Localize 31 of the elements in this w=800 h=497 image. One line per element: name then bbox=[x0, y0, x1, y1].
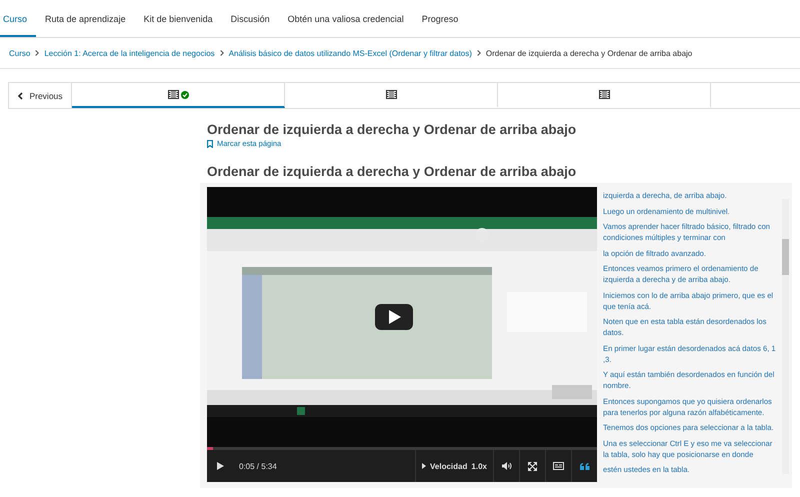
breadcrumb-link[interactable]: Lección 1: Acerca de la inteligencia de negocios bbox=[44, 48, 215, 58]
scrollbar-thumb[interactable] bbox=[782, 239, 789, 275]
chevron-left-icon bbox=[17, 92, 24, 100]
course-tab[interactable]: Obtén una valiosa credencial bbox=[278, 2, 413, 37]
course-tab[interactable]: Ruta de aprendizaje bbox=[36, 2, 135, 37]
video-time: 0:05 / 5:34 bbox=[238, 462, 278, 470]
fullscreen-icon bbox=[528, 462, 537, 470]
scrollbar[interactable] bbox=[782, 199, 789, 474]
quote-icon bbox=[580, 462, 590, 470]
speed-button[interactable]: Velocidad 1.0x bbox=[415, 450, 493, 482]
play-icon bbox=[216, 462, 224, 470]
unit-title: Ordenar de izquierda a derecha y Ordenar de arriba abajo bbox=[207, 122, 578, 137]
video-title: Ordenar de izquierda a derecha y Ordenar de arriba abajo bbox=[207, 164, 578, 179]
film-icon bbox=[168, 90, 178, 99]
caret-icon bbox=[422, 463, 426, 469]
breadcrumb-link[interactable]: Análisis básico de datos utilizando MS-Excel (Ordenar y filtrar datos) bbox=[228, 48, 472, 58]
breadcrumb-current: Ordenar de izquierda a derecha y Ordenar de arriba abajo bbox=[486, 48, 692, 58]
course-tab[interactable]: Curso bbox=[0, 2, 36, 37]
bookmark-icon bbox=[207, 140, 213, 148]
captions-icon bbox=[553, 462, 564, 470]
course-tab[interactable]: Discusión bbox=[222, 2, 279, 37]
film-icon bbox=[598, 90, 610, 99]
chevron-right-icon bbox=[220, 50, 224, 56]
film-icon bbox=[386, 90, 396, 99]
breadcrumb-link[interactable]: Curso bbox=[9, 48, 30, 58]
course-tab[interactable]: Progreso bbox=[412, 2, 468, 37]
chevron-right-icon bbox=[35, 50, 40, 56]
course-tab[interactable]: Kit de bienvenida bbox=[134, 2, 222, 37]
volume-icon bbox=[502, 462, 512, 470]
unit-tab[interactable] bbox=[72, 83, 285, 108]
chevron-right-icon bbox=[476, 50, 481, 56]
